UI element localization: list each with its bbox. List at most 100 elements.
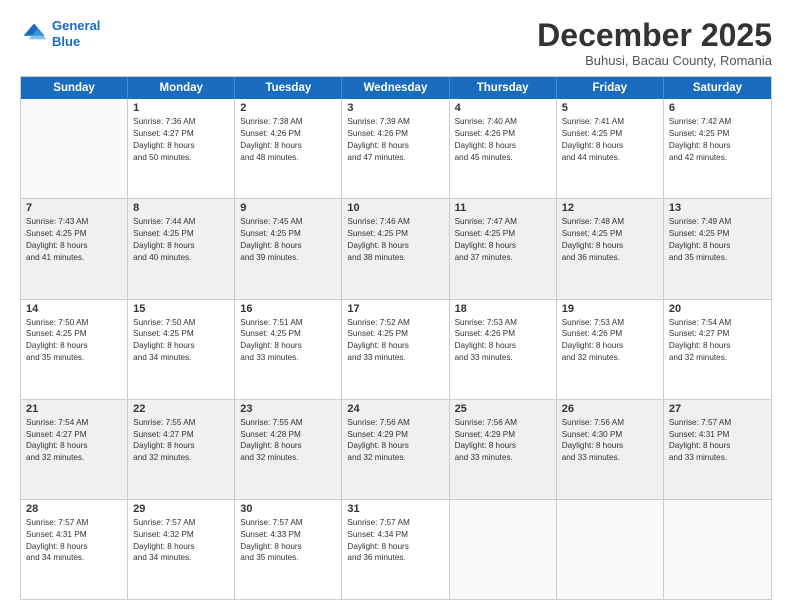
sunrise: Sunrise: 7:43 AM — [26, 216, 122, 228]
cal-cell-2-4: 18 Sunrise: 7:53 AM Sunset: 4:26 PM Dayl… — [450, 300, 557, 399]
sunrise: Sunrise: 7:47 AM — [455, 216, 551, 228]
day-number: 18 — [455, 303, 551, 315]
daylight2: and 32 minutes. — [562, 352, 658, 364]
cal-cell-1-3: 10 Sunrise: 7:46 AM Sunset: 4:25 PM Dayl… — [342, 199, 449, 298]
weekday-thursday: Thursday — [450, 77, 557, 99]
logo-line2: Blue — [52, 34, 80, 49]
sunrise: Sunrise: 7:56 AM — [347, 417, 443, 429]
cal-cell-3-5: 26 Sunrise: 7:56 AM Sunset: 4:30 PM Dayl… — [557, 400, 664, 499]
page: General Blue December 2025 Buhusi, Bacau… — [0, 0, 792, 612]
day-number: 7 — [26, 202, 122, 214]
cal-cell-2-6: 20 Sunrise: 7:54 AM Sunset: 4:27 PM Dayl… — [664, 300, 771, 399]
cal-cell-4-1: 29 Sunrise: 7:57 AM Sunset: 4:32 PM Dayl… — [128, 500, 235, 599]
daylight2: and 34 minutes. — [26, 552, 122, 564]
daylight2: and 45 minutes. — [455, 152, 551, 164]
location: Buhusi, Bacau County, Romania — [537, 53, 772, 68]
cal-cell-1-6: 13 Sunrise: 7:49 AM Sunset: 4:25 PM Dayl… — [664, 199, 771, 298]
daylight2: and 37 minutes. — [455, 252, 551, 264]
daylight2: and 34 minutes. — [133, 552, 229, 564]
sunrise: Sunrise: 7:57 AM — [26, 517, 122, 529]
sunset: Sunset: 4:25 PM — [133, 328, 229, 340]
day-number: 30 — [240, 503, 336, 515]
daylight2: and 32 minutes. — [26, 452, 122, 464]
sunrise: Sunrise: 7:42 AM — [669, 116, 766, 128]
sunset: Sunset: 4:29 PM — [455, 429, 551, 441]
logo-line1: General — [52, 18, 100, 33]
title-block: December 2025 Buhusi, Bacau County, Roma… — [537, 18, 772, 68]
day-number: 28 — [26, 503, 122, 515]
sunset: Sunset: 4:32 PM — [133, 529, 229, 541]
logo: General Blue — [20, 18, 100, 49]
cal-cell-1-4: 11 Sunrise: 7:47 AM Sunset: 4:25 PM Dayl… — [450, 199, 557, 298]
cal-cell-4-4 — [450, 500, 557, 599]
weekday-friday: Friday — [557, 77, 664, 99]
weekday-saturday: Saturday — [664, 77, 771, 99]
daylight2: and 39 minutes. — [240, 252, 336, 264]
daylight2: and 33 minutes. — [455, 352, 551, 364]
cal-cell-2-2: 16 Sunrise: 7:51 AM Sunset: 4:25 PM Dayl… — [235, 300, 342, 399]
day-number: 6 — [669, 102, 766, 114]
calendar-body: 1 Sunrise: 7:36 AM Sunset: 4:27 PM Dayli… — [21, 99, 771, 599]
daylight2: and 32 minutes. — [669, 352, 766, 364]
sunset: Sunset: 4:27 PM — [669, 328, 766, 340]
daylight: Daylight: 8 hours — [455, 340, 551, 352]
sunrise: Sunrise: 7:57 AM — [133, 517, 229, 529]
sunset: Sunset: 4:30 PM — [562, 429, 658, 441]
daylight2: and 33 minutes. — [455, 452, 551, 464]
cal-cell-4-2: 30 Sunrise: 7:57 AM Sunset: 4:33 PM Dayl… — [235, 500, 342, 599]
day-number: 13 — [669, 202, 766, 214]
sunset: Sunset: 4:25 PM — [669, 228, 766, 240]
sunrise: Sunrise: 7:49 AM — [669, 216, 766, 228]
sunrise: Sunrise: 7:48 AM — [562, 216, 658, 228]
sunset: Sunset: 4:31 PM — [26, 529, 122, 541]
sunset: Sunset: 4:25 PM — [669, 128, 766, 140]
cal-cell-4-0: 28 Sunrise: 7:57 AM Sunset: 4:31 PM Dayl… — [21, 500, 128, 599]
daylight: Daylight: 8 hours — [562, 340, 658, 352]
day-number: 10 — [347, 202, 443, 214]
daylight2: and 33 minutes. — [562, 452, 658, 464]
day-number: 20 — [669, 303, 766, 315]
cal-cell-4-5 — [557, 500, 664, 599]
daylight: Daylight: 8 hours — [669, 440, 766, 452]
daylight2: and 41 minutes. — [26, 252, 122, 264]
sunset: Sunset: 4:34 PM — [347, 529, 443, 541]
daylight: Daylight: 8 hours — [562, 140, 658, 152]
sunset: Sunset: 4:25 PM — [347, 328, 443, 340]
sunset: Sunset: 4:25 PM — [26, 228, 122, 240]
sunrise: Sunrise: 7:45 AM — [240, 216, 336, 228]
weekday-wednesday: Wednesday — [342, 77, 449, 99]
week-row-2: 14 Sunrise: 7:50 AM Sunset: 4:25 PM Dayl… — [21, 300, 771, 400]
day-number: 29 — [133, 503, 229, 515]
daylight: Daylight: 8 hours — [347, 340, 443, 352]
cal-cell-0-0 — [21, 99, 128, 198]
sunset: Sunset: 4:25 PM — [240, 328, 336, 340]
daylight2: and 47 minutes. — [347, 152, 443, 164]
sunset: Sunset: 4:25 PM — [133, 228, 229, 240]
sunrise: Sunrise: 7:56 AM — [455, 417, 551, 429]
cal-cell-3-4: 25 Sunrise: 7:56 AM Sunset: 4:29 PM Dayl… — [450, 400, 557, 499]
daylight: Daylight: 8 hours — [669, 340, 766, 352]
daylight: Daylight: 8 hours — [240, 340, 336, 352]
daylight2: and 35 minutes. — [240, 552, 336, 564]
daylight: Daylight: 8 hours — [455, 140, 551, 152]
sunrise: Sunrise: 7:54 AM — [669, 317, 766, 329]
sunset: Sunset: 4:26 PM — [240, 128, 336, 140]
day-number: 21 — [26, 403, 122, 415]
daylight: Daylight: 8 hours — [133, 240, 229, 252]
sunset: Sunset: 4:25 PM — [347, 228, 443, 240]
daylight2: and 50 minutes. — [133, 152, 229, 164]
cal-cell-2-1: 15 Sunrise: 7:50 AM Sunset: 4:25 PM Dayl… — [128, 300, 235, 399]
daylight: Daylight: 8 hours — [240, 240, 336, 252]
sunset: Sunset: 4:33 PM — [240, 529, 336, 541]
daylight: Daylight: 8 hours — [26, 340, 122, 352]
daylight2: and 33 minutes. — [669, 452, 766, 464]
week-row-0: 1 Sunrise: 7:36 AM Sunset: 4:27 PM Dayli… — [21, 99, 771, 199]
sunset: Sunset: 4:26 PM — [562, 328, 658, 340]
sunrise: Sunrise: 7:39 AM — [347, 116, 443, 128]
daylight: Daylight: 8 hours — [133, 140, 229, 152]
day-number: 26 — [562, 403, 658, 415]
daylight: Daylight: 8 hours — [240, 440, 336, 452]
header: General Blue December 2025 Buhusi, Bacau… — [20, 18, 772, 68]
daylight: Daylight: 8 hours — [133, 541, 229, 553]
daylight2: and 38 minutes. — [347, 252, 443, 264]
